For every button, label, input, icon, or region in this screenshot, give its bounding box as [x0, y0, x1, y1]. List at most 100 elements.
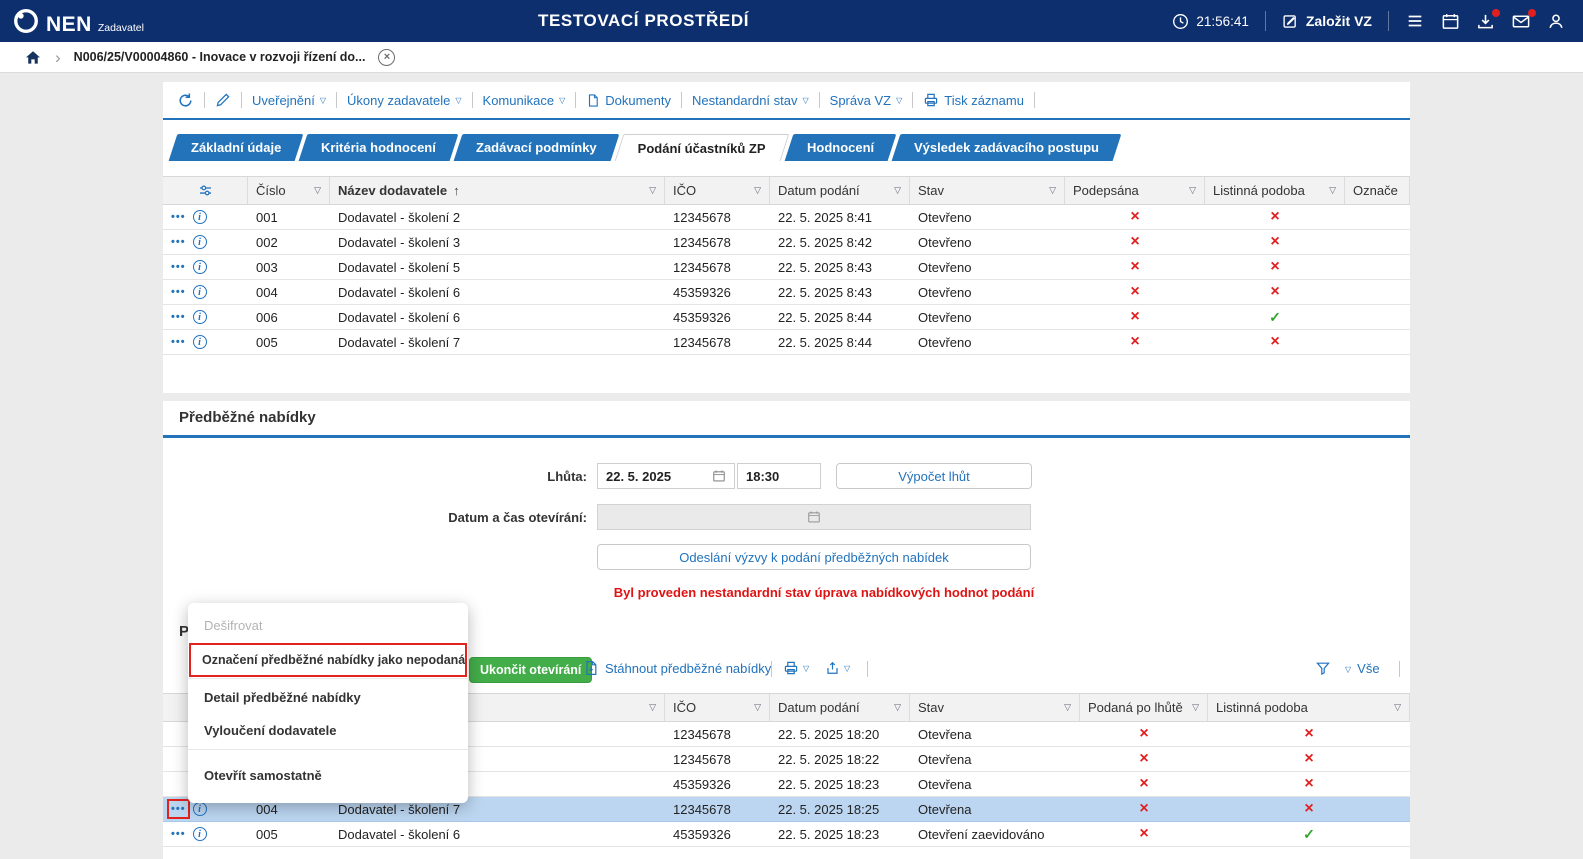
tab-hodnoceni[interactable]: Hodnocení	[784, 134, 896, 161]
create-vz-button[interactable]: Založit VZ	[1282, 13, 1372, 30]
user-button[interactable]	[1547, 12, 1565, 31]
table-row[interactable]: •••i005Dodavatel - školení 64535932622. …	[163, 822, 1410, 847]
header-listinna-podoba[interactable]: Listinná podoba▽	[1208, 694, 1410, 721]
filter-dropdown-icon[interactable]: ▽	[1064, 702, 1071, 713]
filter-dropdown-icon[interactable]: ▽	[1394, 702, 1401, 713]
toolbar-menu-komunikace[interactable]: Komunikace▽	[483, 93, 566, 108]
print-button[interactable]: ▽	[783, 660, 809, 676]
header-ico[interactable]: IČO▽	[665, 177, 770, 204]
menu-item-otevrit-samostatne[interactable]: Otevřít samostatně	[188, 752, 468, 793]
tab-zakladni-udaje[interactable]: Základní údaje	[169, 134, 304, 161]
table-row[interactable]: •••i005Dodavatel - školení 71234567822. …	[163, 330, 1410, 355]
filter-dropdown-icon[interactable]: ▽	[314, 185, 321, 196]
cell: 005	[248, 330, 330, 354]
close-crumb-icon[interactable]: ×	[378, 49, 395, 66]
messages-button[interactable]	[1511, 12, 1531, 31]
menu-item-vylouceni-dodavatele[interactable]: Vyloučení dodavatele	[188, 714, 468, 747]
tab-podani-ucastniku-zp[interactable]: Podání účastníků ZP	[614, 134, 789, 161]
table-row[interactable]: •••i006Dodavatel - školení 64535932622. …	[163, 305, 1410, 330]
edit-pencil-icon[interactable]	[215, 92, 231, 108]
filter-dropdown-icon[interactable]: ▽	[649, 702, 656, 713]
breadcrumb-item[interactable]: N006/25/V00004860 - Inovace v rozvoji ří…	[74, 50, 366, 64]
downloads-button[interactable]	[1476, 12, 1495, 31]
filter-dropdown-icon[interactable]: ▽	[894, 185, 901, 196]
cross-icon: ×	[1205, 330, 1345, 354]
nen-logo[interactable]: NEN Zadavatel	[0, 7, 144, 35]
calendar-button[interactable]	[1441, 12, 1460, 31]
header-nazev-dodavatele[interactable]: Název dodavatele↑▽	[330, 177, 665, 204]
info-icon[interactable]: i	[193, 310, 207, 324]
cell: 22. 5. 2025 8:43	[770, 280, 910, 304]
toolbar-menu-dokumenty[interactable]: Dokumenty	[586, 93, 671, 108]
download-offers-link[interactable]: Stáhnout předběžné nabídky	[583, 660, 771, 676]
cross-icon: ×	[1080, 772, 1208, 796]
row-menu-button[interactable]: •••	[171, 336, 186, 348]
cross-icon: ×	[1080, 822, 1208, 846]
header-datum-podani[interactable]: Datum podání▽	[770, 694, 910, 721]
filter-dropdown-icon[interactable]: ▽	[1049, 185, 1056, 196]
export-button[interactable]: ▽	[825, 660, 850, 676]
row-menu-button[interactable]: •••	[171, 261, 186, 273]
home-icon[interactable]	[24, 49, 42, 66]
send-invite-button[interactable]: Odeslání výzvy k podání předběžných nabí…	[597, 544, 1031, 570]
filter-dropdown-icon[interactable]: ▽	[1192, 702, 1199, 713]
menu-item-oznaceni-jako-nepodana[interactable]: Označení předběžné nabídky jako nepodaná	[190, 644, 466, 676]
cross-icon: ×	[1065, 280, 1205, 304]
filter-funnel-icon[interactable]	[1315, 660, 1331, 676]
calendar-icon[interactable]	[712, 469, 726, 483]
dropdown-icon: ▽	[896, 96, 902, 105]
tab-zadavaci-podminky[interactable]: Zadávací podmínky	[454, 134, 619, 161]
header-stav[interactable]: Stav▽	[910, 177, 1065, 204]
row-menu-button[interactable]: •••	[171, 236, 186, 248]
header-podana-po-lhute[interactable]: Podaná po lhůtě▽	[1080, 694, 1208, 721]
filter-dropdown-icon[interactable]: ▽	[754, 185, 761, 196]
header-cislo[interactable]: Číslo▽	[248, 177, 330, 204]
filter-dropdown-icon[interactable]: ▽	[1189, 185, 1196, 196]
header-datum-podani[interactable]: Datum podání▽	[770, 177, 910, 204]
deadline-date-input[interactable]: 22. 5. 2025	[597, 463, 735, 489]
info-icon[interactable]: i	[193, 802, 207, 816]
toolbar-menu-sprava-vz[interactable]: Správa VZ▽	[830, 93, 903, 108]
column-settings-button[interactable]	[163, 177, 248, 204]
table-row[interactable]: •••i003Dodavatel - školení 51234567822. …	[163, 255, 1410, 280]
row-menu-button[interactable]: •••	[171, 211, 186, 223]
filter-dropdown-icon[interactable]: ▽	[649, 185, 656, 196]
info-icon[interactable]: i	[193, 285, 207, 299]
cell: 004	[248, 280, 330, 304]
end-opening-button[interactable]: Ukončit otevírání	[469, 657, 592, 683]
filter-dropdown-icon[interactable]: ▽	[754, 702, 761, 713]
tab-vysledek-zadavaciho-postupu[interactable]: Výsledek zadávacího postupu	[891, 134, 1121, 161]
header-podepsana[interactable]: Podepsána▽	[1065, 177, 1205, 204]
table-row[interactable]: •••i001Dodavatel - školení 21234567822. …	[163, 205, 1410, 230]
info-icon[interactable]: i	[193, 335, 207, 349]
header-stav[interactable]: Stav▽	[910, 694, 1080, 721]
row-menu-button[interactable]: •••	[171, 286, 186, 298]
history-back-icon[interactable]	[177, 92, 194, 109]
table-row[interactable]: •••i004Dodavatel - školení 64535932622. …	[163, 280, 1410, 305]
toolbar-menu-nestandardni-stav[interactable]: Nestandardní stav▽	[692, 93, 809, 108]
filter-all-select[interactable]: ▽ Vše	[1345, 661, 1380, 676]
table-row[interactable]: •••i002Dodavatel - školení 31234567822. …	[163, 230, 1410, 255]
toolbar-menu-uverejneni[interactable]: Uveřejnění▽	[252, 93, 326, 108]
info-icon[interactable]: i	[193, 827, 207, 841]
toolbar-print-record[interactable]: Tisk záznamu	[923, 92, 1024, 108]
calendar-icon	[807, 510, 821, 524]
menu-item-detail-predbezne-nabidky[interactable]: Detail předběžné nabídky	[188, 681, 468, 714]
info-icon[interactable]: i	[193, 235, 207, 249]
toolbar-menu-ukony-zadavatele[interactable]: Úkony zadavatele▽	[347, 93, 462, 108]
filter-dropdown-icon[interactable]: ▽	[894, 702, 901, 713]
header-ico[interactable]: IČO▽	[665, 694, 770, 721]
row-menu-button[interactable]: •••	[171, 803, 186, 815]
deadline-time-input[interactable]: 18:30	[737, 463, 821, 489]
row-menu-button[interactable]: •••	[171, 311, 186, 323]
calc-deadlines-button[interactable]: Výpočet lhůt	[836, 463, 1032, 489]
filter-dropdown-icon[interactable]: ▽	[1329, 185, 1336, 196]
menu-button[interactable]	[1405, 12, 1425, 30]
info-icon[interactable]: i	[193, 260, 207, 274]
header-oznacena[interactable]: Označe	[1345, 177, 1410, 204]
participants-table-header: Číslo▽ Název dodavatele↑▽ IČO▽ Datum pod…	[163, 176, 1410, 205]
row-menu-button[interactable]: •••	[171, 828, 186, 840]
tab-kriteria-hodnoceni[interactable]: Kritéria hodnocení	[299, 134, 459, 161]
header-listinna-podoba[interactable]: Listinná podoba▽	[1205, 177, 1345, 204]
info-icon[interactable]: i	[193, 210, 207, 224]
